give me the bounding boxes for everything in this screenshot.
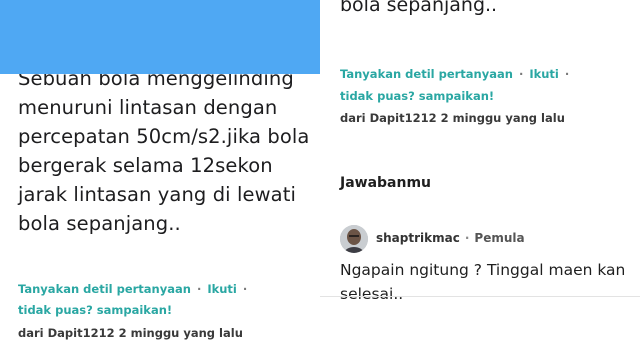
answer-line: Ngapain ngitung ? Tinggal maen kan bbox=[340, 261, 626, 279]
answer-text: Ngapain ngitung ? Tinggal maen kan seles… bbox=[340, 258, 630, 306]
answerer-info: shaptrikmac · Pemula bbox=[376, 231, 525, 245]
report-link[interactable]: tidak puas? sampaikan! bbox=[18, 303, 172, 317]
question-line: jarak lintasan yang di lewati bbox=[18, 183, 296, 206]
follow-link[interactable]: Ikuti bbox=[529, 67, 559, 81]
separator-dot: · bbox=[196, 282, 202, 296]
separator-dot: · bbox=[242, 282, 248, 296]
question-actions: Tanyakan detil pertanyaan · Ikuti · bbox=[340, 67, 575, 81]
separator-dot: · bbox=[518, 67, 524, 81]
report-link[interactable]: tidak puas? sampaikan! bbox=[340, 89, 494, 103]
follow-link[interactable]: Ikuti bbox=[207, 282, 237, 296]
blue-overlay-block bbox=[0, 0, 320, 74]
question-panel-left: Sebuah bola menggelinding menuruni linta… bbox=[0, 0, 320, 360]
question-meta: dari Dapit1212 2 minggu yang lalu bbox=[340, 111, 565, 125]
question-meta: dari Dapit1212 2 minggu yang lalu bbox=[18, 326, 243, 340]
answerer-username[interactable]: shaptrikmac bbox=[376, 231, 460, 245]
answerer-rank: Pemula bbox=[474, 231, 525, 245]
separator-dot: · bbox=[564, 67, 570, 81]
separator-dot: · bbox=[464, 231, 470, 245]
user-photo-icon bbox=[340, 225, 368, 253]
question-actions: Tanyakan detil pertanyaan · Ikuti · bbox=[18, 282, 253, 296]
answer-line: selesai.. bbox=[340, 285, 404, 303]
report-row: tidak puas? sampaikan! bbox=[340, 89, 494, 103]
question-line: menuruni lintasan dengan bbox=[18, 96, 278, 119]
question-tail-text: bola sepanjang.. bbox=[340, 0, 498, 16]
divider bbox=[320, 296, 640, 297]
report-row: tidak puas? sampaikan! bbox=[18, 303, 172, 317]
question-text: Sebuah bola menggelinding menuruni linta… bbox=[18, 64, 318, 238]
ask-detail-link[interactable]: Tanyakan detil pertanyaan bbox=[340, 67, 513, 81]
question-line: bola sepanjang.. bbox=[18, 212, 181, 235]
answers-section-title: Jawabanmu bbox=[340, 175, 432, 191]
question-line: bergerak selama 12sekon bbox=[18, 154, 273, 177]
ask-detail-link[interactable]: Tanyakan detil pertanyaan bbox=[18, 282, 191, 296]
question-line: percepatan 50cm/s2.jika bola bbox=[18, 125, 310, 148]
question-panel-right: bola sepanjang.. Tanyakan detil pertanya… bbox=[320, 0, 640, 360]
avatar[interactable] bbox=[340, 225, 368, 253]
